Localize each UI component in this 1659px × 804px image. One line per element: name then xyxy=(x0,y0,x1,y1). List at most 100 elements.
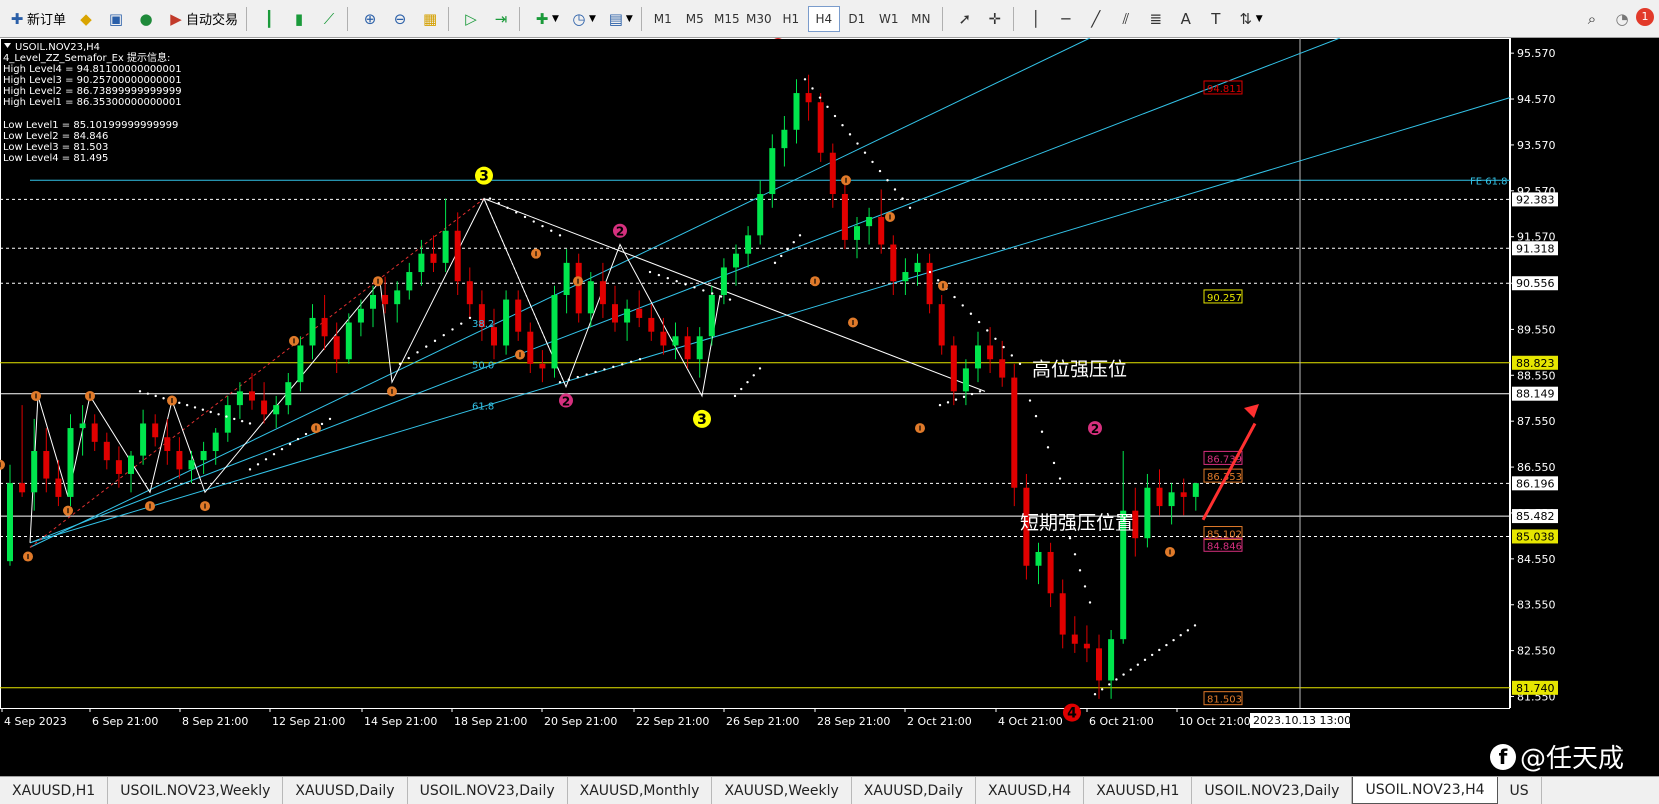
chart-tab[interactable]: USOIL.NOV23,Daily xyxy=(1192,777,1353,804)
candle-body xyxy=(1083,643,1090,649)
candle-body xyxy=(854,226,860,240)
level-box-label: 84.846 xyxy=(1207,541,1242,552)
search-button[interactable]: ⌕ xyxy=(1579,5,1605,33)
timeframe-m15[interactable]: M15 xyxy=(712,7,742,31)
toolbar-divider xyxy=(1012,6,1014,31)
tile-windows-button[interactable]: ▦ xyxy=(417,5,443,33)
search-icon: ⌕ xyxy=(1587,9,1597,28)
chart-tab[interactable]: USOIL.NOV23,H4 xyxy=(1352,777,1498,804)
sar-dot xyxy=(1002,345,1005,349)
candle-body xyxy=(1047,551,1054,594)
arrows-button[interactable]: ⇅ ▼ xyxy=(1233,5,1266,33)
zoom-in-button[interactable]: ⊕ xyxy=(357,5,383,33)
candle-body xyxy=(309,317,316,346)
sar-dot xyxy=(856,142,859,145)
timeframe-m5[interactable]: M5 xyxy=(680,7,710,31)
zoom-out-button[interactable]: ⊖ xyxy=(387,5,413,33)
trendline-icon: ╱ xyxy=(1091,9,1101,28)
sar-dot xyxy=(550,229,553,232)
sar-dot xyxy=(740,387,743,391)
timeframe-d1[interactable]: D1 xyxy=(842,7,872,31)
candle-body xyxy=(466,281,473,305)
autoscroll-button[interactable]: ▷ xyxy=(458,5,484,33)
price-chart[interactable]: 432232494.81190.25786.73986.35385.10284.… xyxy=(0,38,1659,776)
cursor-button[interactable]: ➚ xyxy=(952,5,978,33)
chart-tab[interactable]: XAUUSD,Daily xyxy=(852,777,976,804)
candlestick-icon: ▮ xyxy=(294,9,304,28)
sar-dot xyxy=(541,224,544,228)
semafor-label: 3 xyxy=(697,412,707,428)
candle-body xyxy=(212,432,219,452)
crosshair-button[interactable]: ✛ xyxy=(982,5,1008,33)
chart-tab[interactable]: USOIL.NOV23,Weekly xyxy=(108,777,284,804)
info-low-level: Low Level2 = 84.846 xyxy=(3,131,108,142)
sar-dot xyxy=(969,312,973,315)
sar-dot xyxy=(1165,643,1168,647)
candle-body xyxy=(503,299,510,346)
candle-body xyxy=(636,308,643,318)
timeframe-m30[interactable]: M30 xyxy=(744,7,774,31)
auto-trading-icon: ▶ xyxy=(170,9,182,28)
candle-chart-button[interactable]: ▮ xyxy=(286,5,312,33)
sar-dot xyxy=(304,432,308,436)
chart-tab[interactable]: USOIL.NOV23,Daily xyxy=(408,777,568,804)
gold-icon-button[interactable]: ◆ xyxy=(73,5,99,33)
candle-body xyxy=(708,294,715,337)
plot-frame xyxy=(0,38,1510,709)
chart-tab[interactable]: XAUUSD,Weekly xyxy=(712,777,852,804)
candle-body xyxy=(612,304,618,323)
new-order-button[interactable]: ✚ 新订单 xyxy=(4,5,69,33)
candle-body xyxy=(79,423,86,429)
candle-body xyxy=(684,336,691,360)
chart-tab[interactable]: XAUUSD,H1 xyxy=(1084,777,1193,804)
timeframe-m1[interactable]: M1 xyxy=(648,7,678,31)
sar-dot xyxy=(1179,634,1182,637)
semafor-label: 4 xyxy=(1067,706,1077,722)
candle-body xyxy=(418,253,425,273)
indicators-button[interactable]: ✚ ▼ xyxy=(529,5,562,33)
chart-tab[interactable]: XAUUSD,H4 xyxy=(976,777,1085,804)
horizontal-line-button[interactable]: ─ xyxy=(1053,5,1079,33)
text-label-button[interactable]: T xyxy=(1203,5,1229,33)
timeframe-mn[interactable]: MN xyxy=(906,7,936,31)
vertical-line-button[interactable]: │ xyxy=(1023,5,1049,33)
bar-chart-button[interactable]: ┃ xyxy=(256,5,282,33)
periods-button[interactable]: ◷ ▼ xyxy=(566,5,599,33)
candle-body xyxy=(7,483,13,562)
price-tick-label: 94.570 xyxy=(1517,93,1556,106)
chart-tab[interactable]: US xyxy=(1498,777,1542,804)
line-chart-button[interactable]: ⟋ xyxy=(316,5,342,33)
templates-button[interactable]: ▤ ▼ xyxy=(603,5,636,33)
timeframe-h1[interactable]: H1 xyxy=(776,7,806,31)
notifications-button[interactable]: ◔ xyxy=(1609,5,1635,33)
chart-shift-button[interactable]: ⇥ xyxy=(488,5,514,33)
chart-tab[interactable]: XAUUSD,H1 xyxy=(0,777,109,804)
sar-dot xyxy=(977,320,981,324)
sar-dot xyxy=(240,419,244,423)
text-button[interactable]: A xyxy=(1173,5,1199,33)
channel-button[interactable]: ⫽ xyxy=(1113,5,1139,33)
timeframe-w1[interactable]: W1 xyxy=(874,7,904,31)
candle-body xyxy=(297,345,304,383)
auto-trading-button[interactable]: ▶ 自动交易 xyxy=(163,5,241,33)
sar-dot xyxy=(962,395,966,399)
sar-dot xyxy=(233,417,236,421)
timeframe-h4[interactable]: H4 xyxy=(807,5,840,32)
globe-button[interactable]: ● xyxy=(133,5,159,33)
sar-dot xyxy=(621,363,624,366)
sar-dot xyxy=(1018,362,1022,366)
candle-body xyxy=(563,262,570,295)
market-watch-button[interactable]: ▣ xyxy=(103,5,129,33)
chart-tab[interactable]: XAUUSD,Monthly xyxy=(568,777,713,804)
sar-dot xyxy=(1046,446,1050,449)
sar-dot xyxy=(841,123,844,127)
candle-body xyxy=(140,423,147,456)
trendline-button[interactable]: ╱ xyxy=(1083,5,1109,33)
sar-dot xyxy=(558,234,562,237)
chart-tab[interactable]: XAUUSD,Daily xyxy=(283,777,408,804)
fibonacci-button[interactable]: ≣ xyxy=(1143,5,1169,33)
semafor-label: 3 xyxy=(479,169,489,185)
candle-body xyxy=(539,363,546,369)
sar-dot xyxy=(818,96,822,99)
candle-body xyxy=(515,299,522,332)
